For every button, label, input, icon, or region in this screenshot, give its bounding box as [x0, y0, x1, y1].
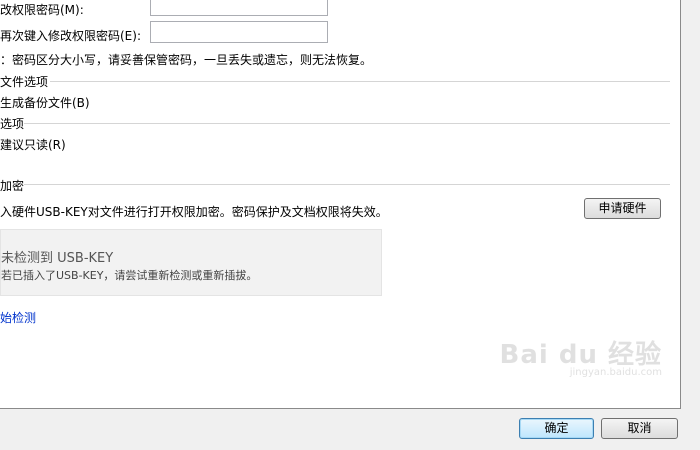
password-note: ：密码区分大小写，请妥善保管密码，一旦丢失或遗忘，则无法恢复。	[0, 53, 373, 67]
file-options-divider	[50, 81, 670, 82]
readonly-option[interactable]: 建议只读(R)	[0, 136, 66, 153]
cancel-button[interactable]: 取消	[601, 418, 678, 439]
encrypt-divider	[24, 184, 670, 185]
password-input[interactable]	[151, 0, 327, 15]
file-options-title: 文件选项	[0, 75, 49, 89]
options-title: 选项	[0, 117, 25, 131]
ok-button[interactable]: 确定	[519, 418, 594, 439]
dialog-content-panel: 改权限密码(M): 再次键入修改权限密码(E): ：密码区分大小写，请妥善保管密…	[0, 0, 681, 409]
usb-status-hint: 若已插入了USB-KEY，请尝试重新检测或重新插拔。	[1, 269, 258, 282]
password-label: 改权限密码(M):	[0, 3, 84, 17]
confirm-password-input[interactable]	[151, 22, 327, 42]
encrypt-title: 加密	[0, 179, 25, 193]
baidu-jingyan-watermark: Bai du 经验 jingyan.baidu.com	[500, 334, 663, 378]
start-detect-link[interactable]: 始检测	[0, 309, 36, 326]
backup-file-option[interactable]: 生成备份文件(B)	[0, 94, 90, 111]
usb-status-box: 未检测到 USB-KEY 若已插入了USB-KEY，请尝试重新检测或重新插拔。	[0, 229, 382, 296]
confirm-password-field-wrapper	[150, 21, 328, 43]
confirm-password-label: 再次键入修改权限密码(E):	[0, 29, 141, 43]
encrypt-description: 入硬件USB-KEY对文件进行打开权限加密。密码保护及文档权限将失效。	[0, 205, 388, 219]
options-divider	[24, 123, 670, 124]
apply-hardware-button[interactable]: 申请硬件	[584, 198, 661, 219]
watermark-brand: Bai du 经验	[499, 340, 662, 370]
password-field-wrapper	[150, 0, 328, 16]
usb-status-title: 未检测到 USB-KEY	[1, 251, 114, 266]
